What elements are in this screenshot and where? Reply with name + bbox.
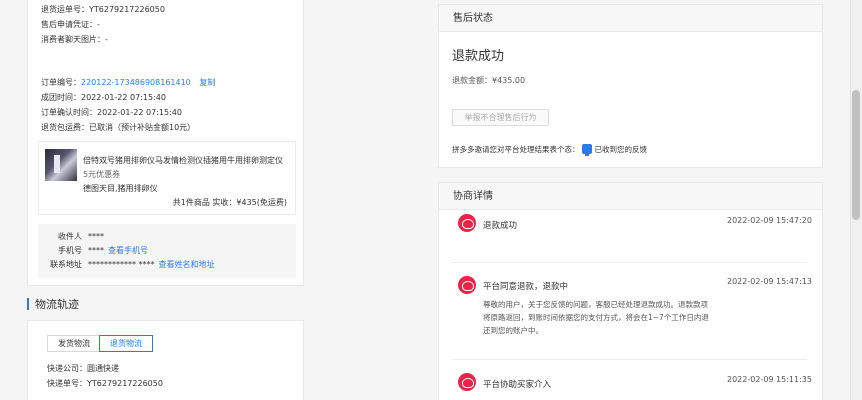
logistics-title-text: 物流轨迹 bbox=[35, 298, 79, 311]
product-thumbnail[interactable] bbox=[45, 149, 77, 181]
recipient-row: 收件人 **** bbox=[44, 231, 104, 242]
negotiation-time-1: 2022-02-09 15:47:20 bbox=[727, 216, 812, 225]
order-number-label: 订单编号： bbox=[41, 78, 81, 87]
copy-button[interactable]: 复制 bbox=[199, 78, 215, 87]
product-total: 共1件商品 实收：¥435(免运费) bbox=[172, 198, 287, 207]
view-phone-link[interactable]: 查看手机号 bbox=[108, 246, 148, 255]
satisfaction-row: 拼多多邀请您对平台处理结果表个态： 已收到您的反馈 bbox=[452, 144, 648, 156]
tab-return-logistics[interactable]: 退货物流 bbox=[99, 335, 153, 352]
negotiation-title-1: 退款成功 bbox=[483, 221, 518, 231]
address-label: 联系地址 bbox=[50, 260, 82, 269]
divider bbox=[452, 262, 807, 263]
tab-send-logistics[interactable]: 发货物流 bbox=[47, 335, 101, 352]
negotiation-time-3: 2022-02-09 15:11:35 bbox=[727, 375, 812, 384]
negotiation-title-3: 平台协助买家介入 bbox=[483, 380, 552, 390]
return-tracking-text: 退货运单号：YT6279217226050 bbox=[41, 5, 165, 14]
order-number-link[interactable]: 220122-173486908161410 bbox=[81, 78, 191, 87]
negotiation-time-2: 2022-02-09 15:47:13 bbox=[727, 277, 812, 286]
recipient-label: 收件人 bbox=[58, 232, 82, 241]
satisfaction-answer: 已收到您的反馈 bbox=[594, 145, 648, 154]
divider bbox=[452, 359, 807, 360]
report-button[interactable]: 举报不合理售后行为 bbox=[452, 109, 549, 126]
after-sale-proof-text: 售后申请凭证：- bbox=[41, 20, 100, 29]
refund-status: 退款成功 bbox=[452, 49, 505, 64]
consumer-chat-image-text: 消费者聊天图片：- bbox=[41, 35, 108, 44]
recipient-value: **** bbox=[88, 232, 104, 241]
confirm-time-text: 订单确认时间：2022-01-22 07:15:40 bbox=[41, 108, 182, 117]
negotiation-title-2: 平台同意退款，退款中 bbox=[483, 282, 569, 292]
platform-avatar-icon bbox=[458, 214, 476, 232]
product-card: 倍特双号猪用排卵仪马发情检测仪插猪用牛用排卵测定仪 5元优惠券 德图天目,猪用排… bbox=[38, 141, 296, 215]
scrollbar-thumb[interactable] bbox=[852, 90, 860, 220]
logistics-title: 物流轨迹 bbox=[27, 296, 79, 312]
after-sale-status-header: 售后状态 bbox=[439, 5, 822, 32]
thumbs-down-icon[interactable] bbox=[581, 144, 592, 156]
return-shipping-text: 退货包运费：已取消（预计补贴金额10元） bbox=[41, 123, 196, 132]
refund-amount: 退款金额：¥435.00 bbox=[452, 76, 526, 85]
courier-tracking: 快递单号：YT6279217226050 bbox=[47, 379, 163, 388]
negotiation-desc-2: 尊敬的用户，关于您反馈的问题，客服已经处理退款成功。退款款项将原路返回，到账时间… bbox=[483, 300, 709, 335]
product-spec: 德图天目,猪用排卵仪 bbox=[83, 184, 158, 193]
courier-company: 快递公司：圆通快递 bbox=[47, 364, 119, 373]
phone-label: 手机号 bbox=[58, 246, 82, 255]
product-name[interactable]: 倍特双号猪用排卵仪马发情检测仪插猪用牛用排卵测定仪 bbox=[83, 154, 293, 168]
phone-row: 手机号 **** 查看手机号 bbox=[44, 245, 148, 256]
order-number-row: 订单编号：220122-173486908161410 复制 bbox=[41, 77, 215, 88]
platform-avatar-icon bbox=[458, 276, 476, 294]
address-row: 联系地址 ************ **** 查看姓名和地址 bbox=[44, 259, 215, 270]
negotiation-header: 协商详情 bbox=[439, 183, 822, 210]
group-time-text: 成团时间：2022-01-22 07:15:40 bbox=[41, 93, 166, 102]
view-address-link[interactable]: 查看姓名和地址 bbox=[159, 260, 215, 269]
product-coupon: 5元优惠券 bbox=[83, 170, 121, 179]
address-box: 收件人 **** 手机号 **** 查看手机号 联系地址 ************ **… bbox=[38, 224, 296, 278]
phone-value: **** bbox=[88, 246, 104, 255]
platform-avatar-icon bbox=[458, 373, 476, 391]
satisfaction-question: 拼多多邀请您对平台处理结果表个态： bbox=[452, 145, 580, 154]
address-value: ************ **** bbox=[88, 260, 155, 269]
